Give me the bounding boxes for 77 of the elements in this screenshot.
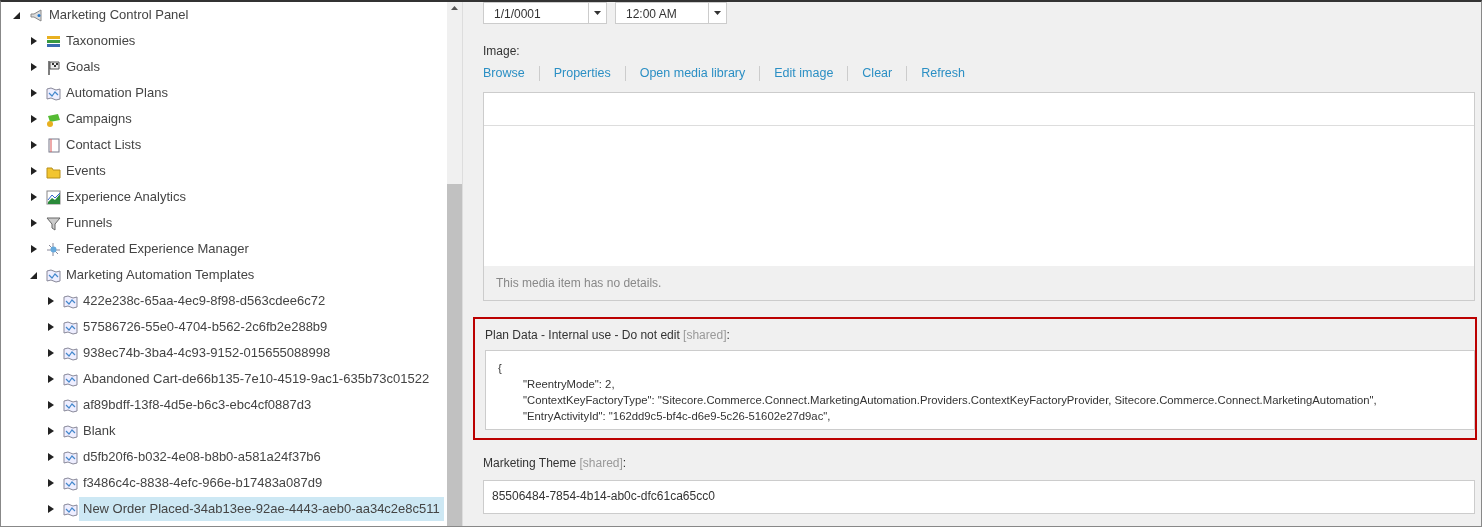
expand-arrow-icon[interactable] <box>29 140 38 150</box>
map-icon <box>63 319 78 335</box>
map-icon <box>63 449 78 465</box>
collapse-arrow-icon[interactable] <box>12 10 21 20</box>
expand-arrow-icon[interactable] <box>46 400 55 410</box>
code-line: { <box>498 361 503 376</box>
expand-arrow-icon[interactable] <box>29 244 38 254</box>
expand-arrow-icon[interactable] <box>46 322 55 332</box>
marketing-theme-field[interactable]: 85506484-7854-4b14-ab0c-dfc61ca65cc0 <box>483 480 1475 514</box>
field-label: Image: <box>483 43 521 60</box>
tree-item[interactable]: 422e238c-65aa-4ec9-8f98-d563cdee6c72 <box>79 289 330 313</box>
tree-item[interactable]: Experience Analytics <box>62 185 190 209</box>
expand-arrow-icon[interactable] <box>46 452 55 462</box>
dropdown-caret-icon <box>594 11 601 15</box>
tree-item[interactable]: Campaigns <box>62 107 136 131</box>
tree-item[interactable]: 57586726-55e0-4704-b562-2c6fb2e288b9 <box>79 315 332 339</box>
megaphone-icon <box>29 7 44 23</box>
tree-item[interactable]: Taxonomies <box>62 29 140 53</box>
tree-item[interactable]: Automation Plans <box>62 81 172 105</box>
dropdown-caret-icon <box>714 11 721 15</box>
shared-tag: [shared] <box>579 456 623 470</box>
map-icon <box>63 475 78 491</box>
expand-arrow-icon[interactable] <box>29 192 38 202</box>
label-colon: : <box>622 456 627 470</box>
map-icon <box>63 345 78 361</box>
expand-arrow-icon[interactable] <box>29 114 38 124</box>
tree-item[interactable]: Events <box>62 159 110 183</box>
map-icon <box>63 293 78 309</box>
expand-arrow-icon[interactable] <box>46 374 55 384</box>
expand-arrow-icon[interactable] <box>29 62 38 72</box>
money-icon <box>46 111 61 127</box>
label-colon: : <box>726 328 730 342</box>
tree-item[interactable]: Blank <box>79 419 120 443</box>
collapse-arrow-icon[interactable] <box>29 270 38 280</box>
tree-item[interactable]: f3486c4c-8838-4efc-966e-b17483a087d9 <box>79 471 327 495</box>
flag-icon <box>46 59 61 75</box>
media-details-text: This media item has no details. <box>484 266 1474 300</box>
code-line: "ContextKeyFactoryType": "Sitecore.Commerce.Connect.MarketingAutomation.Providers.ContextKeyFactoryProvider, Sitecore.Commerce.Connect.MarketingAutomation", <box>522 393 1378 408</box>
network-icon <box>46 241 61 257</box>
tree-item[interactable]: 938ec74b-3ba4-4c93-9152-015655088998 <box>79 341 335 365</box>
tree-item[interactable]: Federated Experience Manager <box>62 237 253 261</box>
tree-item[interactable]: Goals <box>62 55 104 79</box>
expand-arrow-icon[interactable] <box>29 88 38 98</box>
funnel-icon <box>46 215 61 231</box>
expand-arrow-icon[interactable] <box>46 296 55 306</box>
map-icon <box>46 267 61 283</box>
expand-arrow-icon[interactable] <box>29 166 38 176</box>
tree-item[interactable]: d5fb20f6-b032-4e08-b8b0-a581a24f37b6 <box>79 445 325 469</box>
plan-data-textarea[interactable] <box>485 350 1475 430</box>
time-field[interactable]: 12:00 AM <box>615 2 727 24</box>
code-line: "EntryActivityId": "162dd9c5-bf4c-d6e9-5c26-51602e27d9ac", <box>522 409 832 424</box>
scrollbar-thumb[interactable] <box>447 184 462 526</box>
map-icon <box>46 85 61 101</box>
tree-item[interactable]: Marketing Automation Templates <box>62 263 259 287</box>
tree-item[interactable]: Abandoned Cart-de66b135-7e10-4519-9ac1-635b73c01522 <box>79 367 434 391</box>
notepad-icon <box>46 137 61 153</box>
field-label: Plan Data - Internal use - Do not edit <box>485 328 681 342</box>
expand-arrow-icon[interactable] <box>29 218 38 228</box>
tree-item[interactable]: Funnels <box>62 211 117 235</box>
map-icon <box>63 423 78 439</box>
expand-arrow-icon[interactable] <box>29 36 38 46</box>
books-icon <box>46 33 61 49</box>
expand-arrow-icon[interactable] <box>46 504 55 514</box>
tree-item[interactable]: New Order Placed-34ab13ee-92ae-4443-aeb0-aa34c2e8c511 <box>79 497 444 521</box>
tree-item[interactable]: af89bdff-13f8-4d5e-b6c3-ebc4cf0887d3 <box>79 393 316 417</box>
map-icon <box>63 371 78 387</box>
map-icon <box>63 397 78 413</box>
field-label: Marketing Theme <box>483 456 578 470</box>
expand-arrow-icon[interactable] <box>46 426 55 436</box>
tree-item[interactable]: Marketing Control Panel <box>45 3 193 27</box>
code-line: "ReentryMode": 2, <box>522 377 616 392</box>
tree-item[interactable]: Contact Lists <box>62 133 146 157</box>
expand-arrow-icon[interactable] <box>46 478 55 488</box>
map-icon <box>63 501 78 517</box>
chart-icon <box>46 189 61 205</box>
date-field[interactable]: 1/1/0001 <box>483 2 607 24</box>
expand-arrow-icon[interactable] <box>46 348 55 358</box>
